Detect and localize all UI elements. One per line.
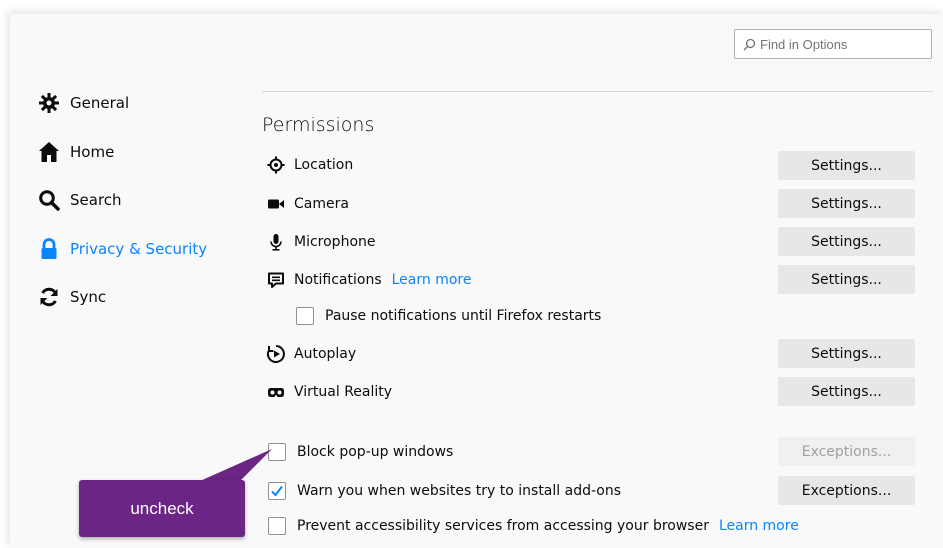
uncheck-callout: uncheck — [79, 480, 245, 537]
callout-text: uncheck — [130, 498, 194, 518]
callout-pointer — [200, 449, 272, 481]
